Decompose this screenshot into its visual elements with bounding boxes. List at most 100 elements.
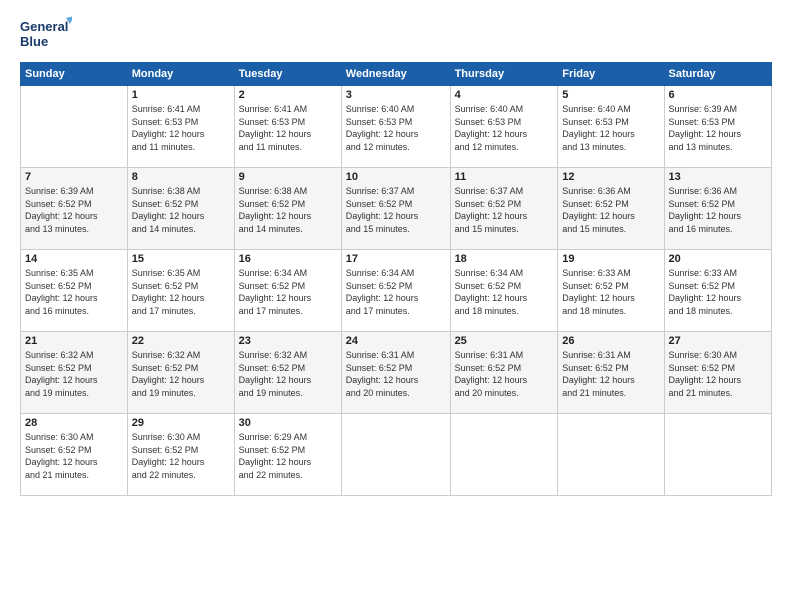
day-number: 8 bbox=[132, 171, 230, 183]
calendar-cell: 1 Sunrise: 6:41 AM Sunset: 6:53 PM Daylig… bbox=[127, 86, 234, 168]
day-detail: Sunrise: 6:35 AM Sunset: 6:52 PM Dayligh… bbox=[25, 267, 123, 317]
calendar-cell: 12Sunrise: 6:36 AM Sunset: 6:52 PM Dayli… bbox=[558, 168, 664, 250]
day-detail: Sunrise: 6:30 AM Sunset: 6:52 PM Dayligh… bbox=[132, 431, 230, 481]
calendar-cell: 7 Sunrise: 6:39 AM Sunset: 6:52 PM Daylig… bbox=[21, 168, 128, 250]
calendar-cell: 14Sunrise: 6:35 AM Sunset: 6:52 PM Dayli… bbox=[21, 250, 128, 332]
calendar-cell: 10 Sunrise: 6:37 AM Sunset: 6:52 PM Dayli… bbox=[341, 168, 450, 250]
day-detail: Sunrise: 6:38 AM Sunset: 6:52 PM Dayligh… bbox=[239, 185, 337, 235]
calendar-week-row: 28 Sunrise: 6:30 AM Sunset: 6:52 PM Dayli… bbox=[21, 414, 772, 496]
calendar-cell: 26 Sunrise: 6:31 AM Sunset: 6:52 PM Dayli… bbox=[558, 332, 664, 414]
day-number: 4 bbox=[455, 89, 554, 101]
day-detail: Sunrise: 6:34 AM Sunset: 6:52 PM Dayligh… bbox=[346, 267, 446, 317]
calendar-cell: 11Sunrise: 6:37 AM Sunset: 6:52 PM Dayli… bbox=[450, 168, 558, 250]
page: General Blue SundayMondayTuesdayWednesda… bbox=[0, 0, 792, 612]
logo: General Blue bbox=[20, 16, 76, 52]
day-detail: Sunrise: 6:36 AM Sunset: 6:52 PM Dayligh… bbox=[562, 185, 659, 235]
weekday-header-row: SundayMondayTuesdayWednesdayThursdayFrid… bbox=[21, 63, 772, 86]
day-number: 20 bbox=[669, 253, 767, 265]
calendar-cell: 9Sunrise: 6:38 AM Sunset: 6:52 PM Daylig… bbox=[234, 168, 341, 250]
day-detail: Sunrise: 6:32 AM Sunset: 6:52 PM Dayligh… bbox=[239, 349, 337, 399]
day-detail: Sunrise: 6:32 AM Sunset: 6:52 PM Dayligh… bbox=[25, 349, 123, 399]
day-number: 27 bbox=[669, 335, 767, 347]
calendar-body: 1 Sunrise: 6:41 AM Sunset: 6:53 PM Daylig… bbox=[21, 86, 772, 496]
calendar-cell: 5 Sunrise: 6:40 AM Sunset: 6:53 PM Daylig… bbox=[558, 86, 664, 168]
day-detail: Sunrise: 6:36 AM Sunset: 6:52 PM Dayligh… bbox=[669, 185, 767, 235]
weekday-header-monday: Monday bbox=[127, 63, 234, 86]
day-number: 17 bbox=[346, 253, 446, 265]
calendar-week-row: 14Sunrise: 6:35 AM Sunset: 6:52 PM Dayli… bbox=[21, 250, 772, 332]
weekday-header-tuesday: Tuesday bbox=[234, 63, 341, 86]
calendar-cell bbox=[21, 86, 128, 168]
day-number: 2 bbox=[239, 89, 337, 101]
day-detail: Sunrise: 6:30 AM Sunset: 6:52 PM Dayligh… bbox=[669, 349, 767, 399]
calendar-table: SundayMondayTuesdayWednesdayThursdayFrid… bbox=[20, 62, 772, 496]
calendar-cell: 28Sunrise: 6:30 AM Sunset: 6:52 PM Dayli… bbox=[21, 414, 128, 496]
day-number: 13 bbox=[669, 171, 767, 183]
day-number: 24 bbox=[346, 335, 446, 347]
calendar-cell: 19 Sunrise: 6:33 AM Sunset: 6:52 PM Dayli… bbox=[558, 250, 664, 332]
header: General Blue bbox=[20, 16, 772, 52]
calendar-cell: 25Sunrise: 6:31 AM Sunset: 6:52 PM Dayli… bbox=[450, 332, 558, 414]
day-detail: Sunrise: 6:40 AM Sunset: 6:53 PM Dayligh… bbox=[562, 103, 659, 153]
day-number: 22 bbox=[132, 335, 230, 347]
day-number: 29 bbox=[132, 417, 230, 429]
day-number: 19 bbox=[562, 253, 659, 265]
calendar-cell: 24 Sunrise: 6:31 AM Sunset: 6:52 PM Dayli… bbox=[341, 332, 450, 414]
calendar-cell: 3Sunrise: 6:40 AM Sunset: 6:53 PM Daylig… bbox=[341, 86, 450, 168]
day-detail: Sunrise: 6:41 AM Sunset: 6:53 PM Dayligh… bbox=[132, 103, 230, 153]
day-detail: Sunrise: 6:33 AM Sunset: 6:52 PM Dayligh… bbox=[669, 267, 767, 317]
calendar-cell: 6 Sunrise: 6:39 AM Sunset: 6:53 PM Daylig… bbox=[664, 86, 771, 168]
day-number: 30 bbox=[239, 417, 337, 429]
day-detail: Sunrise: 6:39 AM Sunset: 6:52 PM Dayligh… bbox=[25, 185, 123, 235]
svg-text:General: General bbox=[20, 19, 68, 34]
calendar-cell: 4 Sunrise: 6:40 AM Sunset: 6:53 PM Daylig… bbox=[450, 86, 558, 168]
day-number: 21 bbox=[25, 335, 123, 347]
weekday-header-thursday: Thursday bbox=[450, 63, 558, 86]
day-detail: Sunrise: 6:37 AM Sunset: 6:52 PM Dayligh… bbox=[455, 185, 554, 235]
calendar-cell: 27 Sunrise: 6:30 AM Sunset: 6:52 PM Dayli… bbox=[664, 332, 771, 414]
day-detail: Sunrise: 6:38 AM Sunset: 6:52 PM Dayligh… bbox=[132, 185, 230, 235]
svg-text:Blue: Blue bbox=[20, 34, 48, 49]
calendar-cell: 30Sunrise: 6:29 AM Sunset: 6:52 PM Dayli… bbox=[234, 414, 341, 496]
day-detail: Sunrise: 6:31 AM Sunset: 6:52 PM Dayligh… bbox=[455, 349, 554, 399]
calendar-week-row: 21 Sunrise: 6:32 AM Sunset: 6:52 PM Dayli… bbox=[21, 332, 772, 414]
calendar-cell: 18 Sunrise: 6:34 AM Sunset: 6:52 PM Dayli… bbox=[450, 250, 558, 332]
calendar-cell bbox=[558, 414, 664, 496]
day-number: 5 bbox=[562, 89, 659, 101]
day-number: 7 bbox=[25, 171, 123, 183]
day-detail: Sunrise: 6:34 AM Sunset: 6:52 PM Dayligh… bbox=[239, 267, 337, 317]
calendar-cell: 29 Sunrise: 6:30 AM Sunset: 6:52 PM Dayli… bbox=[127, 414, 234, 496]
weekday-header-wednesday: Wednesday bbox=[341, 63, 450, 86]
day-detail: Sunrise: 6:34 AM Sunset: 6:52 PM Dayligh… bbox=[455, 267, 554, 317]
calendar-cell: 21 Sunrise: 6:32 AM Sunset: 6:52 PM Dayli… bbox=[21, 332, 128, 414]
weekday-header-saturday: Saturday bbox=[664, 63, 771, 86]
day-number: 1 bbox=[132, 89, 230, 101]
calendar-cell bbox=[664, 414, 771, 496]
calendar-cell: 16 Sunrise: 6:34 AM Sunset: 6:52 PM Dayli… bbox=[234, 250, 341, 332]
day-detail: Sunrise: 6:37 AM Sunset: 6:52 PM Dayligh… bbox=[346, 185, 446, 235]
day-number: 6 bbox=[669, 89, 767, 101]
day-number: 18 bbox=[455, 253, 554, 265]
day-detail: Sunrise: 6:40 AM Sunset: 6:53 PM Dayligh… bbox=[455, 103, 554, 153]
calendar-cell: 15Sunrise: 6:35 AM Sunset: 6:52 PM Dayli… bbox=[127, 250, 234, 332]
day-detail: Sunrise: 6:39 AM Sunset: 6:53 PM Dayligh… bbox=[669, 103, 767, 153]
calendar-cell: 8 Sunrise: 6:38 AM Sunset: 6:52 PM Daylig… bbox=[127, 168, 234, 250]
day-detail: Sunrise: 6:41 AM Sunset: 6:53 PM Dayligh… bbox=[239, 103, 337, 153]
calendar-week-row: 7 Sunrise: 6:39 AM Sunset: 6:52 PM Daylig… bbox=[21, 168, 772, 250]
day-number: 16 bbox=[239, 253, 337, 265]
day-number: 26 bbox=[562, 335, 659, 347]
day-number: 23 bbox=[239, 335, 337, 347]
day-number: 15 bbox=[132, 253, 230, 265]
day-number: 28 bbox=[25, 417, 123, 429]
weekday-header-sunday: Sunday bbox=[21, 63, 128, 86]
weekday-header-friday: Friday bbox=[558, 63, 664, 86]
day-detail: Sunrise: 6:31 AM Sunset: 6:52 PM Dayligh… bbox=[346, 349, 446, 399]
calendar-cell: 2 Sunrise: 6:41 AM Sunset: 6:53 PM Daylig… bbox=[234, 86, 341, 168]
calendar-week-row: 1 Sunrise: 6:41 AM Sunset: 6:53 PM Daylig… bbox=[21, 86, 772, 168]
calendar-cell: 22Sunrise: 6:32 AM Sunset: 6:52 PM Dayli… bbox=[127, 332, 234, 414]
calendar-cell: 13 Sunrise: 6:36 AM Sunset: 6:52 PM Dayli… bbox=[664, 168, 771, 250]
day-detail: Sunrise: 6:33 AM Sunset: 6:52 PM Dayligh… bbox=[562, 267, 659, 317]
day-detail: Sunrise: 6:31 AM Sunset: 6:52 PM Dayligh… bbox=[562, 349, 659, 399]
day-number: 10 bbox=[346, 171, 446, 183]
calendar-cell bbox=[341, 414, 450, 496]
